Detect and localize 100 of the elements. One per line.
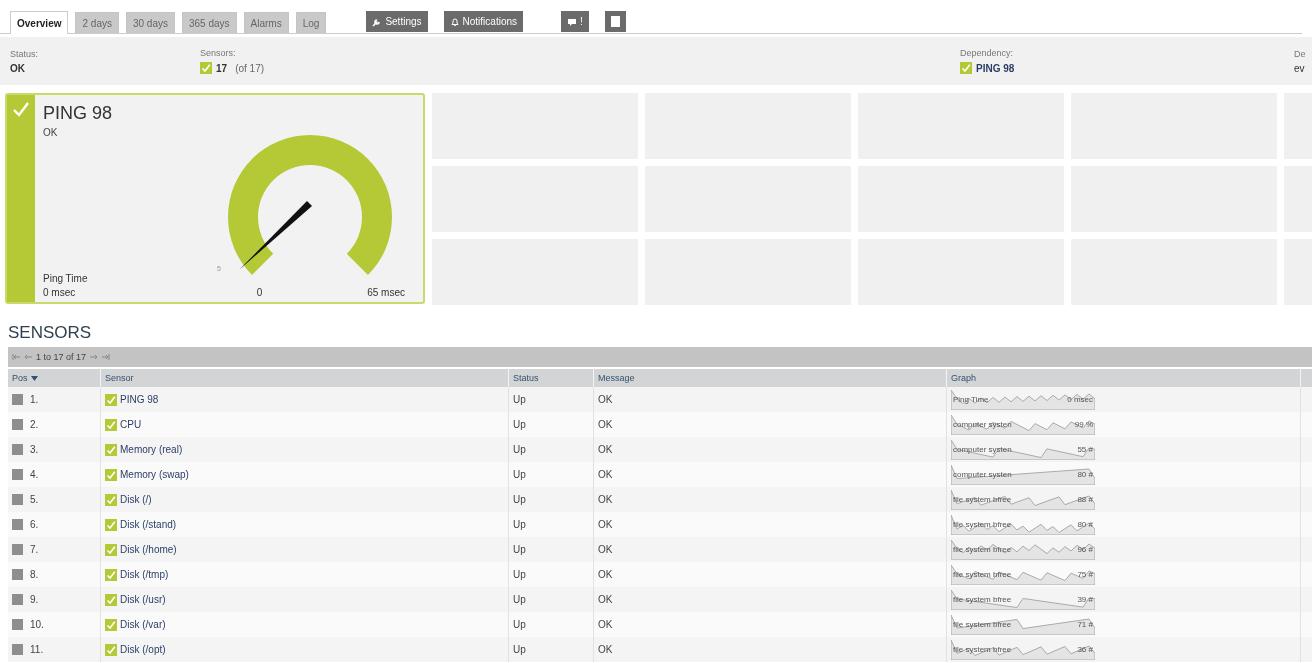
status-value: OK: [10, 62, 26, 74]
graph-value: 96 #: [1077, 545, 1093, 554]
position-text: 1.: [30, 394, 39, 405]
comments-button[interactable]: !: [561, 11, 589, 32]
position-text: 2.: [30, 419, 39, 430]
sensor-link[interactable]: Disk (/usr): [120, 594, 166, 605]
tab[interactable]: Overview: [10, 11, 69, 34]
previous-page-icon[interactable]: [24, 353, 33, 361]
drag-handle-icon[interactable]: [12, 419, 23, 430]
message-text: OK: [598, 444, 613, 455]
status-text: Up: [513, 619, 526, 630]
drag-handle-icon[interactable]: [12, 519, 23, 530]
position-text: 8.: [30, 569, 39, 580]
graph-value: 80 #: [1077, 520, 1093, 529]
tab[interactable]: 2 days: [75, 12, 119, 33]
graph-label: file system bfree: [953, 645, 1012, 654]
graph-label: file system bfree: [953, 620, 1012, 629]
message-text: OK: [598, 569, 613, 580]
position-text: 6.: [30, 519, 39, 530]
first-page-icon[interactable]: [12, 353, 21, 361]
drag-handle-icon[interactable]: [12, 394, 23, 405]
wrench-icon: [372, 16, 383, 27]
sensor-link[interactable]: Memory (real): [120, 444, 183, 455]
graph-label: file system bfree: [953, 545, 1012, 554]
position-text: 9.: [30, 594, 39, 605]
message-text: OK: [598, 494, 613, 505]
drag-handle-icon[interactable]: [12, 469, 23, 480]
bell-icon: [449, 16, 460, 27]
last-page-icon[interactable]: [101, 353, 111, 361]
drag-handle-icon[interactable]: [12, 569, 23, 580]
drag-handle-icon[interactable]: [12, 544, 23, 555]
next-page-icon[interactable]: [89, 353, 99, 361]
graph-value: 0 msec: [1067, 395, 1093, 404]
message-text: OK: [598, 644, 613, 655]
graph-label: file system bfree: [953, 520, 1012, 529]
sensor-link[interactable]: Memory (swap): [120, 469, 189, 480]
status-text: Up: [513, 544, 526, 555]
graph-label: computer systen: [953, 420, 1012, 429]
graph-label: computer systen: [953, 470, 1012, 479]
channel-reading: 0 msec: [43, 287, 77, 298]
sensors-label: Sensors:: [200, 48, 237, 58]
graph-label: computer systen: [953, 445, 1012, 454]
graph-label: file system bfree: [953, 595, 1012, 604]
graph-value: 99 %: [1074, 420, 1093, 429]
sensor-link[interactable]: Disk (/stand): [120, 519, 177, 530]
drag-handle-icon[interactable]: [12, 444, 23, 455]
sensor-link[interactable]: Disk (/): [120, 494, 152, 505]
graph-label: file system bfree: [953, 495, 1012, 504]
graph-value: 55 #: [1077, 445, 1093, 454]
position-text: 3.: [30, 444, 39, 455]
sensor-link[interactable]: Disk (/home): [120, 544, 177, 555]
graph-value: 71 #: [1077, 620, 1093, 629]
drag-handle-icon[interactable]: [12, 594, 23, 605]
message-text: OK: [598, 419, 613, 430]
tab[interactable]: Log: [295, 12, 327, 33]
sensor-link[interactable]: Disk (/tmp): [120, 569, 169, 580]
tab[interactable]: Alarms: [243, 12, 289, 33]
status-text: Up: [513, 569, 526, 580]
sort-caret-icon: [30, 375, 38, 381]
message-text: OK: [598, 394, 613, 405]
check-icon: [12, 101, 30, 117]
graph-label: Ping Time: [953, 395, 989, 404]
status-text: Up: [513, 469, 526, 480]
column-header[interactable]: Pos: [8, 369, 100, 387]
status-text: Up: [513, 644, 526, 655]
graph-label: file system bfree: [953, 570, 1012, 579]
position-text: 4.: [30, 469, 39, 480]
info-label: De: [1294, 48, 1307, 59]
section-heading: SENSORS: [8, 323, 92, 343]
dependency-link[interactable]: PING 98: [976, 62, 1015, 74]
graph-value: 36 #: [1077, 645, 1093, 654]
sensor-link[interactable]: Disk (/var): [120, 619, 166, 630]
sensor-count: 17: [216, 62, 228, 74]
drag-handle-icon[interactable]: [12, 619, 23, 630]
notifications-button[interactable]: Notifications: [443, 11, 523, 32]
tab[interactable]: 30 days: [125, 12, 175, 33]
settings-button[interactable]: Settings: [366, 11, 428, 32]
status-label: Status:: [10, 48, 39, 59]
message-text: OK: [598, 619, 613, 630]
sensor-link[interactable]: CPU: [120, 419, 142, 430]
gauge-min: 0: [256, 287, 263, 298]
drag-handle-icon[interactable]: [12, 494, 23, 505]
position-text: 7.: [30, 544, 39, 555]
status-text: Up: [513, 519, 526, 530]
message-text: OK: [598, 469, 613, 480]
position-text: 5.: [30, 494, 39, 505]
sensor-link[interactable]: PING 98: [120, 394, 159, 405]
status-text: Up: [513, 394, 526, 405]
graph-value: 88 #: [1077, 495, 1093, 504]
panel-button[interactable]: [604, 11, 626, 32]
info-value: ev: [1294, 62, 1306, 74]
gauge-max: 65 msec: [367, 287, 405, 298]
tab[interactable]: 365 days: [182, 12, 237, 33]
graph-value: 39 #: [1077, 595, 1093, 604]
message-text: OK: [598, 594, 613, 605]
drag-handle-icon[interactable]: [12, 644, 23, 655]
position-text: 10.: [30, 619, 44, 630]
sensor-link[interactable]: Disk (/opt): [120, 644, 166, 655]
status-text: Up: [513, 419, 526, 430]
status-text: Up: [513, 444, 526, 455]
